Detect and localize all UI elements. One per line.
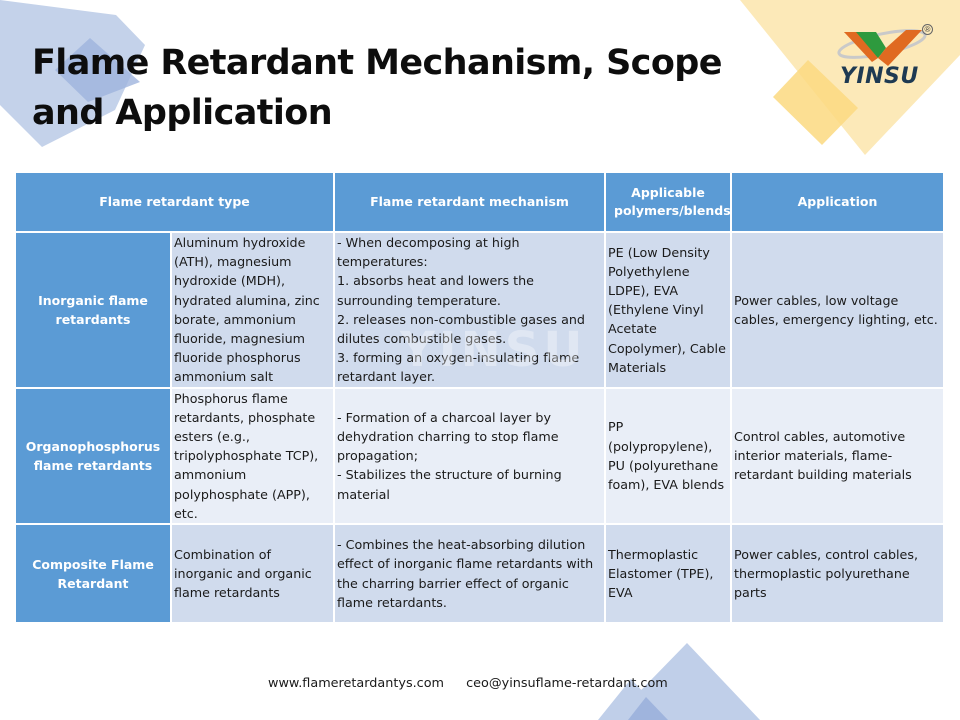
polymers-cell: PE (Low Density Polyethylene LDPE), EVA …	[604, 231, 732, 389]
polymers-cell: PP (polypropylene), PU (polyurethane foa…	[604, 386, 732, 526]
registered-mark: ®	[922, 24, 933, 35]
header-type: Flame retardant type	[14, 171, 335, 233]
application-cell: Control cables, automotive interior mate…	[730, 386, 945, 526]
header-application: Application	[730, 171, 945, 233]
header-mechanism: Flame retardant mechanism	[333, 171, 606, 233]
polymers-cell: Thermoplastic Elastomer (TPE), EVA	[604, 523, 732, 625]
examples-cell: Combination of inorganic and organic fla…	[170, 523, 335, 625]
footer-email-link[interactable]: ceo@yinsuflame-retardant.com	[466, 676, 668, 691]
logo-wordmark: YINSU	[840, 64, 919, 89]
header-polymers: Applicable polymers/blends	[604, 171, 732, 233]
yinsu-logo: ® YINSU	[826, 20, 936, 100]
examples-cell: Aluminum hydroxide (ATH), magnesium hydr…	[170, 231, 335, 389]
table-header-row: Flame retardant type Flame retardant mec…	[14, 171, 945, 233]
mechanism-cell: - When decomposing at high temperatures:…	[333, 231, 606, 389]
mechanism-cell: - Formation of a charcoal layer by dehyd…	[333, 386, 606, 526]
examples-cell: Phosphorus flame retardants, phosphate e…	[170, 386, 335, 526]
footer: www.flameretardantys.com ceo@yinsuflame-…	[268, 676, 686, 691]
type-cell: Composite Flame Retardant	[14, 523, 172, 625]
table-row: Inorganic flame retardants Aluminum hydr…	[14, 231, 945, 389]
table-row: Composite Flame Retardant Combination of…	[14, 523, 945, 625]
application-cell: Power cables, control cables, thermoplas…	[730, 523, 945, 625]
type-cell: Organophosphorus flame retardants	[14, 386, 172, 526]
table-row: Organophosphorus flame retardants Phosph…	[14, 386, 945, 526]
yinsu-v-logo-icon	[837, 29, 927, 66]
type-cell: Inorganic flame retardants	[14, 231, 172, 389]
slide-title: Flame Retardant Mechanism, Scope and App…	[32, 43, 722, 133]
flame-retardant-table: Flame retardant type Flame retardant mec…	[14, 171, 945, 625]
mechanism-cell: - Combines the heat-absorbing dilution e…	[333, 523, 606, 625]
application-cell: Power cables, low voltage cables, emerge…	[730, 231, 945, 389]
footer-website-link[interactable]: www.flameretardantys.com	[268, 676, 444, 691]
